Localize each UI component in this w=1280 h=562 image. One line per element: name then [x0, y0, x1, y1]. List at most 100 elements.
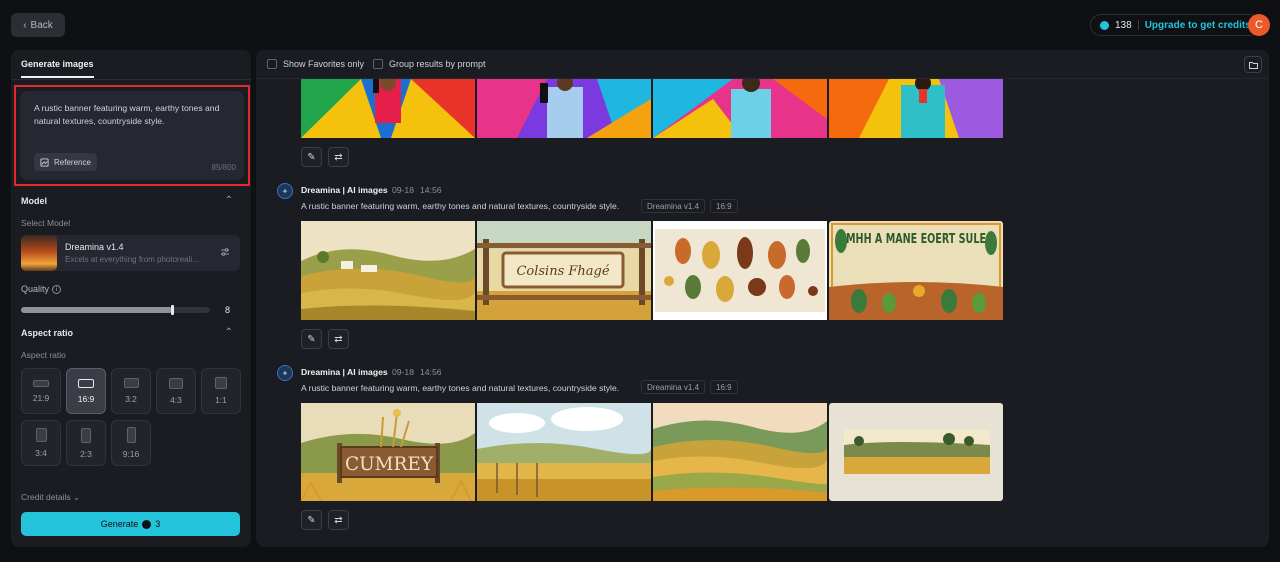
ratio-tag: 16:9 [710, 199, 738, 213]
quality-slider[interactable] [21, 305, 210, 315]
ratio-shape [123, 378, 139, 388]
credit-details-toggle[interactable]: Credit details ⌄ [21, 492, 80, 503]
generated-image[interactable]: Colsins Fhagé [477, 221, 651, 320]
banner-poster-text: MHH A MANE EOERT SULE [846, 232, 986, 247]
model-selector[interactable]: Dreamina v1.4 Excels at everything from … [21, 235, 240, 271]
ratio-label: 3:2 [125, 394, 137, 404]
folder-icon[interactable] [1244, 56, 1262, 73]
credits-pill[interactable]: 138 Upgrade to get credits [1090, 14, 1261, 36]
ratio-shape [35, 428, 47, 442]
info-icon[interactable]: i [52, 285, 62, 295]
ratio-3-4[interactable]: 3:4 [21, 420, 61, 466]
ratio-4-3[interactable]: 4:3 [156, 368, 196, 414]
reference-button[interactable]: Reference [34, 153, 97, 171]
upgrade-link[interactable]: Upgrade to get credits [1145, 20, 1251, 31]
tab-generate-images[interactable]: Generate images [21, 59, 94, 78]
generated-image[interactable] [477, 403, 651, 501]
generate-label: Generate [100, 519, 139, 529]
quality-slider-handle[interactable] [171, 305, 175, 315]
group-checkbox[interactable] [373, 59, 383, 69]
ratio-label: 2:3 [80, 448, 92, 459]
generated-image[interactable] [829, 403, 1003, 501]
credit-icon [142, 519, 152, 529]
generated-image[interactable]: CUMREY [301, 403, 475, 501]
select-model-label: Select Model [21, 218, 71, 228]
image-reference-icon [40, 157, 49, 167]
ratio-2-3[interactable]: 2:3 [66, 420, 106, 466]
aspect-ratio-label: Aspect ratio [21, 350, 66, 360]
edit-icon[interactable]: ✎ [301, 329, 322, 349]
chevron-left-icon: ‹ [23, 19, 27, 31]
ratio-shape [81, 427, 91, 443]
prompt-text: A rustic banner featuring warm, earthy t… [34, 103, 220, 126]
back-label: Back [30, 19, 53, 31]
results-toolbar: Show Favorites only Group results by pro… [256, 50, 1269, 79]
ratio-16-9[interactable]: 16:9 [66, 368, 106, 414]
dreamina-star-icon: ✦ [277, 365, 293, 381]
banner-sign-text: Colsins Fhagé [516, 264, 609, 279]
model-description: Excels at everything from photoreali... [65, 255, 199, 264]
generated-image[interactable] [301, 79, 475, 138]
model-tag: Dreamina v1.4 [641, 199, 706, 213]
group-date: 09-18 [392, 185, 414, 195]
back-button[interactable]: ‹ Back [11, 13, 65, 37]
generate-cost: 3 [155, 519, 161, 529]
prompt-highlight: A rustic banner featuring warm, earthy t… [14, 85, 250, 186]
ratio-label: 21:9 [32, 392, 50, 403]
model-name: Dreamina v1.4 [65, 242, 124, 252]
ratio-3-2[interactable]: 3:2 [111, 368, 151, 414]
group-prompt: A rustic banner featuring warm, earthy t… [301, 383, 620, 393]
ratio-21-9[interactable]: 21:9 [21, 368, 61, 414]
tab-divider [11, 79, 251, 80]
ratio-label: 4:3 [170, 394, 182, 405]
settings-sliders-icon[interactable] [220, 247, 230, 260]
regenerate-icon[interactable]: ⇄ [328, 329, 349, 349]
edit-icon[interactable]: ✎ [301, 147, 322, 167]
edit-icon[interactable]: ✎ [301, 510, 322, 530]
generated-image[interactable]: MHH A MANE EOERT SULE [829, 221, 1003, 320]
ratio-shape [126, 427, 136, 443]
divider [1137, 20, 1139, 30]
chevron-up-icon[interactable]: ⌃ [225, 327, 233, 338]
favorites-checkbox[interactable] [267, 59, 277, 69]
dreamina-star-icon: ✦ [277, 183, 293, 199]
generated-image[interactable] [301, 221, 475, 320]
ratio-1-1[interactable]: 1:1 [201, 368, 241, 414]
credit-icon [1100, 20, 1109, 30]
group-time: 14:56 [420, 185, 442, 195]
group-prompt: A rustic banner featuring warm, earthy t… [301, 201, 620, 211]
generated-image[interactable] [829, 79, 1003, 138]
ratio-shape [78, 378, 94, 388]
results-panel: Show Favorites only Group results by pro… [256, 50, 1269, 547]
credit-details-label: Credit details [21, 492, 71, 502]
generated-image[interactable] [477, 79, 651, 138]
regenerate-icon[interactable]: ⇄ [328, 510, 349, 530]
generated-image[interactable] [653, 79, 827, 138]
ratio-9-16[interactable]: 9:16 [111, 420, 151, 466]
generated-image[interactable] [653, 403, 827, 501]
group-title: Dreamina | AI images [301, 367, 388, 377]
chevron-up-icon[interactable]: ⌃ [225, 195, 233, 206]
model-thumbnail [21, 235, 57, 271]
chevron-down-icon: ⌄ [72, 492, 81, 502]
favorites-label: Show Favorites only [283, 59, 365, 69]
aspect-section-title: Aspect ratio [21, 328, 74, 338]
banner-cumrey-text: CUMREY [345, 453, 433, 475]
generate-button[interactable]: Generate 3 [21, 512, 240, 536]
quality-slider-fill [21, 307, 173, 313]
ratio-label: 16:9 [77, 393, 95, 404]
ratio-shape [215, 377, 227, 389]
prompt-input[interactable]: A rustic banner featuring warm, earthy t… [20, 91, 244, 180]
group-date: 09-18 [392, 367, 414, 377]
ratio-label: 9:16 [122, 449, 140, 459]
model-tag: Dreamina v1.4 [641, 380, 706, 394]
group-time: 14:56 [420, 367, 442, 377]
avatar[interactable]: C [1248, 14, 1270, 36]
generated-image[interactable] [653, 221, 827, 320]
generate-panel: Generate images A rustic banner featurin… [11, 50, 251, 547]
ratio-shape [169, 377, 183, 389]
quality-value: 8 [225, 305, 231, 315]
credit-count: 138 [1115, 19, 1132, 31]
regenerate-icon[interactable]: ⇄ [328, 147, 349, 167]
ratio-tag: 16:9 [710, 380, 738, 394]
